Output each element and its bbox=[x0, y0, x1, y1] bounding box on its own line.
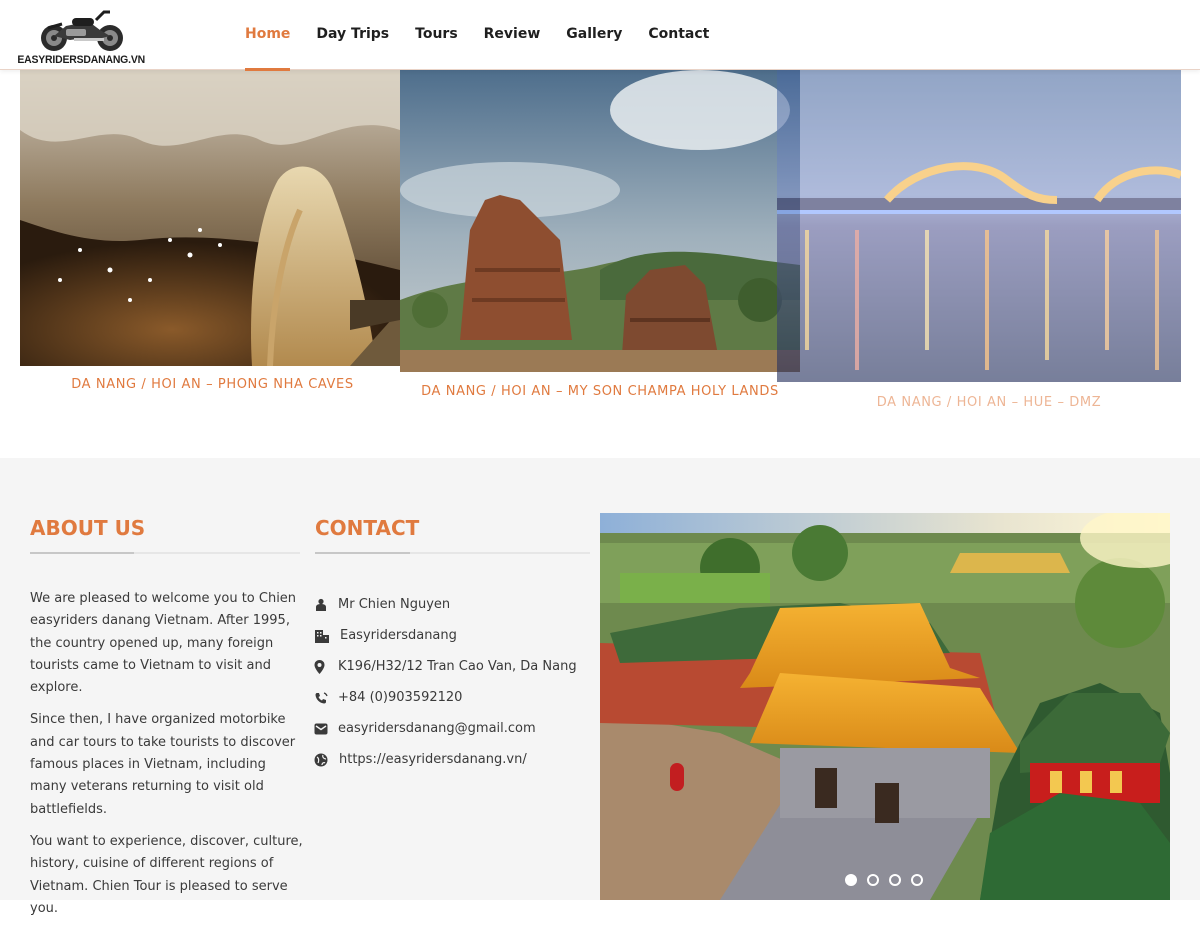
contact-list: Mr Chien Nguyen Easyridersdanang K196/H3… bbox=[314, 589, 594, 775]
tour-card-phong-nha[interactable] bbox=[20, 70, 400, 366]
about-paragraph: We are pleased to welcome you to Chien e… bbox=[30, 591, 297, 696]
about-heading: ABOUT US bbox=[30, 516, 146, 540]
contact-item-phone: +84 (0)903592120 bbox=[314, 682, 594, 713]
tour-title-hue-dmz[interactable]: DA NANG / HOI AN – HUE – DMZ bbox=[787, 395, 1191, 410]
about-text: We are pleased to welcome you to Chien e… bbox=[30, 588, 305, 930]
tour-card-hue-dmz[interactable] bbox=[777, 70, 1181, 382]
contact-address: K196/H32/12 Tran Cao Van, Da Nang bbox=[338, 659, 577, 674]
site-logo[interactable]: EASYRIDERSDANANG.VN bbox=[14, 4, 148, 68]
cave-photo bbox=[20, 70, 400, 366]
imperial-citadel-photo bbox=[600, 513, 1170, 900]
tour-title-phong-nha[interactable]: DA NANG / HOI AN – PHONG NHA CAVES bbox=[20, 377, 405, 392]
person-icon bbox=[314, 598, 334, 612]
temple-ruins-photo bbox=[400, 70, 800, 372]
map-marker-icon bbox=[314, 659, 334, 674]
contact-item-name: Mr Chien Nguyen bbox=[314, 589, 594, 620]
about-paragraph: Since then, I have organized motorbike a… bbox=[30, 712, 296, 817]
contact-heading: CONTACT bbox=[315, 516, 420, 540]
slider-dot-4[interactable] bbox=[911, 874, 923, 886]
slider-dot-3[interactable] bbox=[889, 874, 901, 886]
tour-card-my-son[interactable] bbox=[400, 70, 800, 372]
image-slider[interactable] bbox=[600, 513, 1170, 900]
dragon-bridge-photo bbox=[777, 70, 1181, 382]
nav-gallery[interactable]: Gallery bbox=[553, 0, 635, 70]
envelope-icon bbox=[314, 722, 334, 736]
slider-pagination bbox=[845, 874, 933, 886]
contact-item-website: https://easyridersdanang.vn/ bbox=[314, 744, 594, 775]
motorbike-logo-icon bbox=[41, 10, 123, 51]
contact-item-email: easyridersdanang@gmail.com bbox=[314, 713, 594, 744]
nav-home[interactable]: Home bbox=[232, 0, 303, 71]
about-paragraph: You want to experience, discover, cultur… bbox=[30, 833, 303, 916]
slider-dot-1[interactable] bbox=[845, 874, 857, 886]
contact-website-link[interactable]: https://easyridersdanang.vn/ bbox=[339, 752, 527, 767]
site-header: EASYRIDERSDANANG.VN Home Day Trips Tours… bbox=[0, 0, 1200, 71]
contact-name: Mr Chien Nguyen bbox=[338, 597, 451, 612]
phone-icon bbox=[314, 691, 334, 705]
nav-contact[interactable]: Contact bbox=[635, 0, 722, 70]
contact-item-address: K196/H32/12 Tran Cao Van, Da Nang bbox=[314, 651, 594, 682]
building-icon bbox=[314, 629, 334, 643]
contact-company: Easyridersdanang bbox=[340, 628, 457, 643]
nav-day-trips[interactable]: Day Trips bbox=[303, 0, 402, 70]
tour-title-my-son[interactable]: DA NANG / HOI AN – MY SON CHAMPA HOLY LA… bbox=[400, 384, 800, 399]
globe-icon bbox=[314, 753, 334, 767]
about-heading-rule bbox=[30, 552, 300, 554]
contact-heading-rule bbox=[315, 552, 590, 554]
contact-phone[interactable]: +84 (0)903592120 bbox=[338, 690, 462, 705]
nav-tours[interactable]: Tours bbox=[402, 0, 471, 70]
contact-email[interactable]: easyridersdanang@gmail.com bbox=[338, 721, 536, 736]
nav-review[interactable]: Review bbox=[471, 0, 554, 70]
logo-text: EASYRIDERSDANANG.VN bbox=[17, 54, 145, 66]
slider-dot-2[interactable] bbox=[867, 874, 879, 886]
main-nav: Home Day Trips Tours Review Gallery Cont… bbox=[232, 0, 722, 71]
contact-item-company: Easyridersdanang bbox=[314, 620, 594, 651]
